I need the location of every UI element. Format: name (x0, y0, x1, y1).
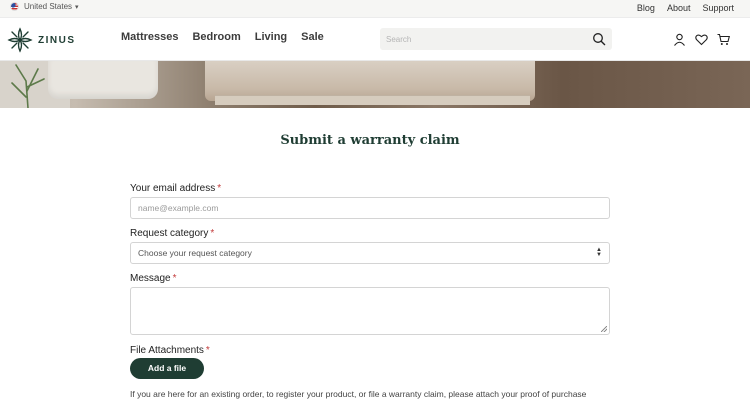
zinus-logo-icon (7, 27, 33, 53)
search-input[interactable] (380, 28, 580, 50)
required-mark: * (172, 273, 177, 284)
email-field[interactable] (131, 198, 609, 218)
hero-ottoman-shape (48, 61, 158, 99)
select-arrows-icon: ▲ ▼ (596, 247, 602, 258)
chevron-down-icon: ▾ (75, 3, 79, 11)
page-title: Submit a warranty claim (280, 133, 460, 148)
search-bar (380, 28, 612, 50)
nav-mattresses[interactable]: Mattresses (121, 31, 178, 43)
email-label-text: Your email address (130, 183, 216, 194)
nav-sale[interactable]: Sale (301, 31, 324, 43)
utility-bar: United States ▾ Blog About Support (0, 0, 750, 18)
required-mark: * (210, 228, 215, 239)
message-textarea[interactable] (131, 288, 609, 334)
search-icon[interactable] (592, 32, 606, 46)
proof-of-purchase-note: If you are here for an existing order, t… (130, 389, 587, 399)
hero-bed-frame-shape (215, 95, 530, 105)
us-flag-icon (10, 2, 19, 11)
nav-living[interactable]: Living (255, 31, 287, 43)
message-field-wrapper (130, 287, 610, 335)
header-icons (673, 33, 731, 46)
required-mark: * (205, 345, 210, 356)
cart-icon[interactable] (717, 33, 731, 46)
hero-banner-image (0, 61, 750, 108)
message-label-text: Message (130, 273, 171, 284)
primary-nav: Mattresses Bedroom Living Sale (121, 31, 324, 43)
category-select[interactable]: Choose your request category ▲ ▼ (130, 242, 610, 264)
attachments-label-text: File Attachments (130, 345, 204, 356)
category-label-text: Request category (130, 228, 209, 239)
add-file-button[interactable]: Add a file (130, 358, 204, 379)
locale-label: United States (24, 2, 73, 11)
blog-link[interactable]: Blog (637, 3, 655, 13)
utility-links: Blog About Support (637, 3, 734, 13)
email-label: Your email address * (130, 183, 221, 194)
brand-name: ZINUS (38, 34, 76, 46)
nav-bedroom[interactable]: Bedroom (192, 31, 240, 43)
support-link[interactable]: Support (702, 3, 734, 13)
wishlist-heart-icon[interactable] (695, 33, 708, 46)
about-link[interactable]: About (667, 3, 691, 13)
locale-selector[interactable]: United States ▾ (10, 2, 79, 11)
required-mark: * (217, 183, 222, 194)
account-icon[interactable] (673, 33, 686, 46)
email-field-wrapper (130, 197, 610, 219)
brand-logo[interactable]: ZINUS (7, 27, 76, 53)
resize-grip-icon[interactable] (601, 326, 607, 332)
main-nav: ZINUS Mattresses Bedroom Living Sale (0, 18, 750, 61)
attachments-label: File Attachments * (130, 345, 210, 356)
plant-shape (11, 64, 45, 108)
message-label: Message * (130, 273, 176, 284)
category-selected-value: Choose your request category (138, 248, 252, 258)
category-label: Request category * (130, 228, 214, 239)
